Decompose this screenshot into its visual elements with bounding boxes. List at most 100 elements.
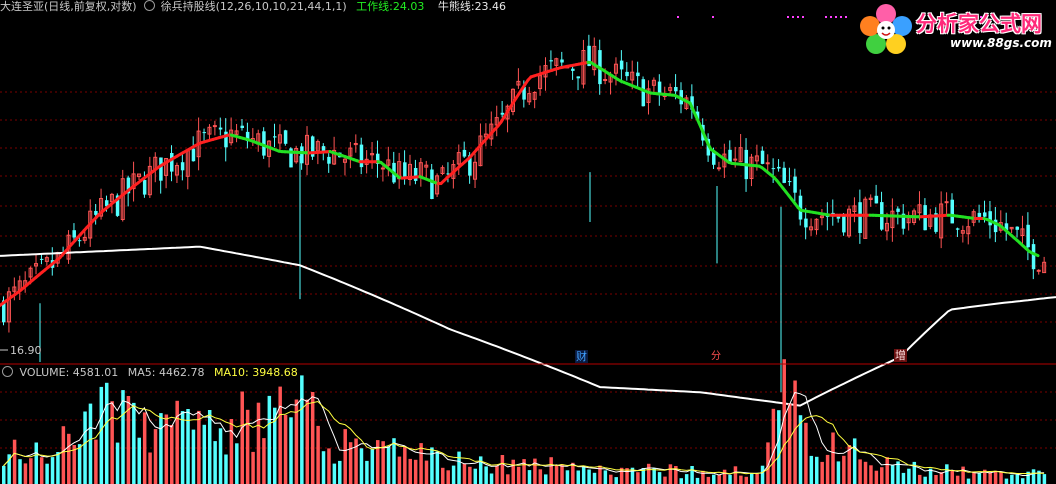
volume-bar (430, 447, 434, 484)
ma10-label: MA10: (214, 366, 249, 379)
volume-bar (462, 463, 467, 484)
volume-bar (717, 474, 721, 484)
signal-dot (830, 16, 832, 18)
candle-body (1036, 269, 1041, 272)
volume-bar (787, 403, 792, 484)
volume-bar (966, 478, 971, 484)
volume-bar (804, 422, 808, 484)
volume-bar (283, 414, 288, 484)
volume-bar (153, 429, 158, 484)
volume-bar (516, 466, 521, 484)
collapse-icon[interactable] (144, 0, 156, 11)
volume-bar (506, 474, 510, 484)
volume-bar (1020, 478, 1025, 484)
candle-body (240, 125, 244, 128)
candle-body (944, 201, 949, 204)
volume-bar (229, 419, 234, 484)
candle-body (327, 156, 331, 164)
volume-bar (842, 455, 846, 484)
volume-bar (137, 437, 141, 484)
work-line-segment (1033, 252, 1040, 258)
candle-body (77, 240, 82, 242)
signal-dot (835, 16, 837, 18)
volume-bar (874, 470, 879, 484)
candle-body (218, 127, 223, 130)
volume-bar (29, 458, 33, 484)
volume-collapse-icon[interactable] (2, 366, 13, 377)
volume-bar (50, 457, 55, 484)
signal-dot (845, 16, 847, 18)
volume-bar (793, 380, 797, 484)
volume-bar (12, 439, 17, 484)
volume-bar (441, 467, 445, 484)
candle-body (72, 230, 76, 238)
ma5-label: MA5: (127, 366, 156, 379)
volume-value: 4581.01 (72, 366, 119, 379)
volume-bar (365, 460, 369, 484)
volume-bar (197, 410, 201, 484)
candle-body (760, 150, 765, 164)
volume-bar (256, 402, 261, 484)
event-marker-finance[interactable]: 财 (575, 350, 588, 363)
indicator-name[interactable]: 徐兵持股线(12,26,10,10,21,44,1,1) (161, 0, 347, 13)
volume-bar (614, 477, 618, 484)
candle-body (142, 179, 147, 195)
candle-body (202, 132, 207, 134)
volume-bar (809, 455, 814, 484)
volume-bar (955, 475, 960, 484)
candle-body (728, 149, 732, 163)
volume-bar (885, 457, 889, 484)
volume-bar (500, 455, 505, 484)
volume-bar (262, 438, 266, 484)
volume-bar (56, 452, 60, 484)
volume-bar (88, 403, 93, 484)
volume-bar (305, 399, 310, 484)
volume-bar (338, 460, 342, 484)
work-line-value: 24.03 (392, 0, 425, 13)
volume-bar (159, 413, 163, 484)
volume-bar (527, 470, 532, 484)
volume-bar (235, 443, 239, 484)
volume-bar (744, 476, 749, 484)
volume-bar (489, 473, 494, 484)
volume-bar (945, 464, 949, 484)
volume-bar (289, 417, 293, 484)
volume-bar (511, 459, 515, 484)
volume-bar (267, 395, 272, 484)
volume-bar (934, 475, 938, 484)
candle-body (603, 79, 608, 81)
candle-body (413, 168, 418, 181)
volume-bar (679, 478, 683, 484)
signal-dot (825, 16, 827, 18)
flower-icon (860, 4, 912, 54)
stock-title: 大连圣亚(日线,前复权,对数) (0, 0, 137, 13)
volume-bar (977, 473, 982, 484)
event-marker-issue[interactable]: 增 (894, 349, 907, 362)
candle-body (549, 60, 553, 62)
volume-bar (278, 386, 282, 484)
volume-bar (191, 429, 196, 484)
volume-bar (858, 459, 862, 484)
candle-body (403, 162, 407, 177)
volume-bar (907, 468, 911, 484)
volume-bar (815, 456, 819, 484)
volume-bar (419, 443, 423, 484)
candle-body (842, 214, 846, 233)
candle-body (430, 169, 434, 199)
volume-bar (170, 425, 174, 484)
volume-bar (728, 474, 732, 484)
ma10-value: 3948.68 (252, 366, 298, 379)
candle-body (716, 167, 721, 170)
volume-bar (397, 456, 402, 484)
volume-bar (300, 375, 304, 484)
candle-body (804, 218, 808, 228)
volume-bar (142, 412, 147, 484)
candle-body (619, 60, 624, 70)
volume-bar (852, 438, 857, 484)
volume-bar (1004, 478, 1009, 484)
volume-header: VOLUME: 4581.01 MA5: 4462.78 MA10: 3948.… (0, 366, 298, 379)
volume-bar (359, 448, 364, 484)
volume-bar (310, 392, 315, 484)
volume-bar (457, 451, 461, 484)
event-marker-dividend[interactable]: 分 (711, 350, 721, 363)
